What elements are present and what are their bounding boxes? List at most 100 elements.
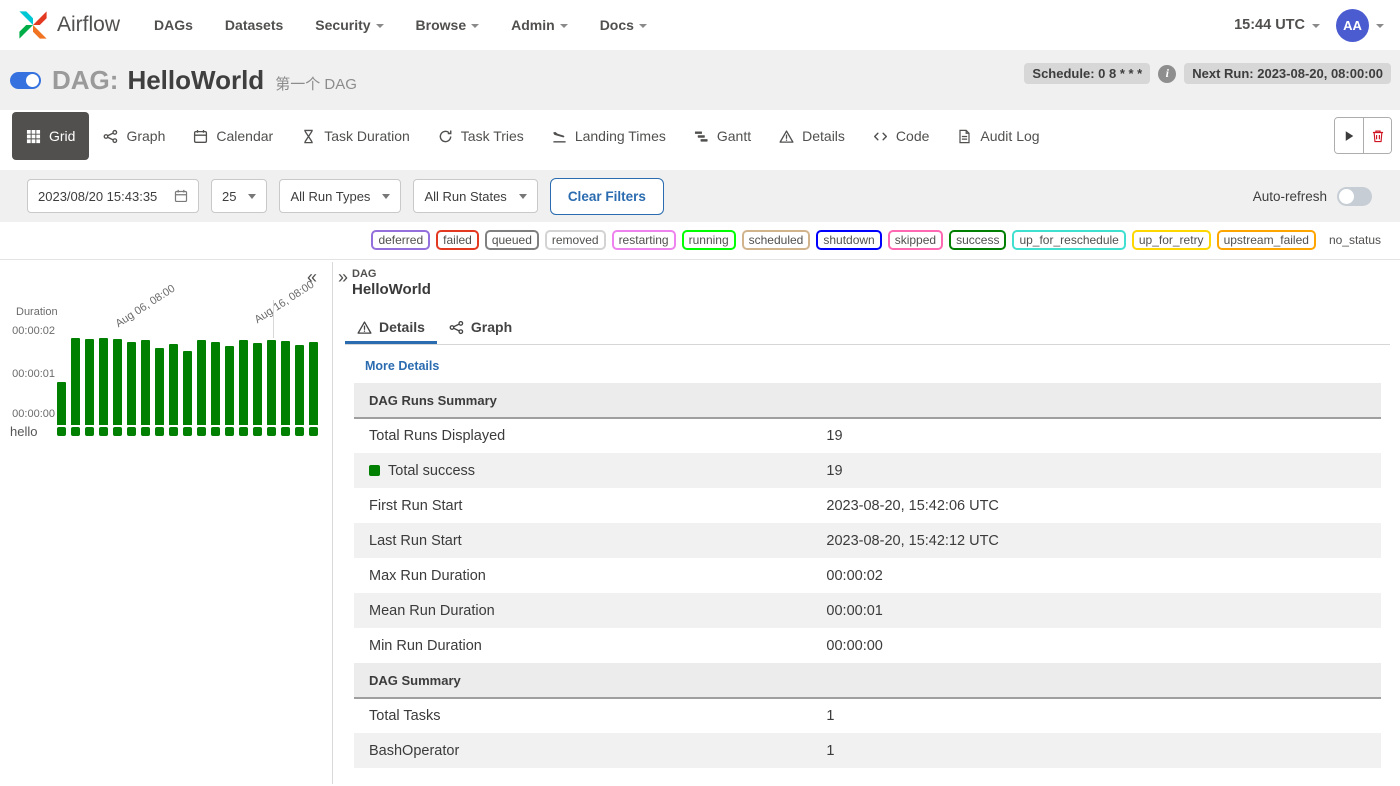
duration-bar[interactable]: [99, 338, 108, 425]
delete-dag-button[interactable]: [1363, 118, 1391, 153]
tab-landing-times[interactable]: Landing Times: [538, 112, 680, 160]
dag-header-strip: DAG: HelloWorld 第一个 DAG Schedule: 0 8 * …: [0, 50, 1400, 110]
run-types-select[interactable]: All Run Types: [279, 179, 401, 213]
status-badge-shutdown[interactable]: shutdown: [816, 230, 881, 250]
status-badge-removed[interactable]: removed: [545, 230, 606, 250]
status-badge-up_for_reschedule[interactable]: up_for_reschedule: [1012, 230, 1125, 250]
nav-item-security[interactable]: Security: [315, 17, 383, 33]
tab-audit-log[interactable]: Audit Log: [943, 112, 1053, 160]
avatar: AA: [1336, 9, 1369, 42]
task-instance-square[interactable]: [267, 427, 276, 436]
duration-bar[interactable]: [239, 340, 248, 425]
status-badge-restarting[interactable]: restarting: [612, 230, 676, 250]
nav-item-docs[interactable]: Docs: [600, 17, 647, 33]
duration-bar[interactable]: [253, 343, 262, 425]
base-date-input[interactable]: 2023/08/20 15:43:35: [27, 179, 199, 213]
panel-divider[interactable]: [332, 262, 333, 784]
status-badge-skipped[interactable]: skipped: [888, 230, 943, 250]
task-instance-square[interactable]: [239, 427, 248, 436]
tab-label: Calendar: [216, 128, 273, 144]
status-badge-failed[interactable]: failed: [436, 230, 479, 250]
duration-bar[interactable]: [169, 344, 178, 425]
duration-bar[interactable]: [85, 339, 94, 425]
status-badge-no_status[interactable]: no_status: [1322, 230, 1388, 250]
panel-tab-label: Graph: [471, 319, 512, 335]
dag-title: HelloWorld: [127, 65, 264, 96]
duration-bar[interactable]: [71, 338, 80, 425]
run-states-select[interactable]: All Run States: [413, 179, 537, 213]
duration-bar[interactable]: [267, 340, 276, 425]
duration-bar[interactable]: [309, 342, 318, 425]
task-instance-square[interactable]: [309, 427, 318, 436]
collapse-grid-icon[interactable]: «: [307, 268, 317, 286]
status-badge-upstream_failed[interactable]: upstream_failed: [1217, 230, 1316, 250]
duration-bar[interactable]: [225, 346, 234, 425]
duration-bar[interactable]: [141, 340, 150, 425]
num-runs-select[interactable]: 25: [211, 179, 267, 213]
task-instance-square[interactable]: [169, 427, 178, 436]
dag-pause-toggle[interactable]: [10, 72, 41, 89]
table-row: First Run Start2023-08-20, 15:42:06 UTC: [354, 488, 1381, 523]
status-badge-scheduled[interactable]: scheduled: [742, 230, 811, 250]
task-instance-square[interactable]: [155, 427, 164, 436]
task-instance-square[interactable]: [127, 427, 136, 436]
panel-kicker: DAG: [352, 268, 1390, 280]
panel-tab-details[interactable]: Details: [345, 312, 437, 344]
task-instance-square[interactable]: [183, 427, 192, 436]
airflow-logo[interactable]: Airflow: [16, 8, 120, 42]
duration-bar[interactable]: [57, 382, 66, 426]
duration-bar[interactable]: [197, 340, 206, 425]
duration-bar[interactable]: [127, 342, 136, 425]
tab-task-tries[interactable]: Task Tries: [424, 112, 538, 160]
nav-item-admin[interactable]: Admin: [511, 17, 568, 33]
duration-bar[interactable]: [155, 348, 164, 425]
task-instance-square[interactable]: [85, 427, 94, 436]
duration-bar[interactable]: [113, 339, 122, 425]
tab-calendar[interactable]: Calendar: [179, 112, 287, 160]
status-badge-deferred[interactable]: deferred: [371, 230, 430, 250]
info-icon[interactable]: i: [1158, 65, 1176, 83]
task-instance-square[interactable]: [57, 427, 66, 436]
status-badge-queued[interactable]: queued: [485, 230, 539, 250]
dag-header-badges: Schedule: 0 8 * * * i Next Run: 2023-08-…: [1024, 63, 1391, 84]
tab-code[interactable]: Code: [859, 112, 943, 160]
clock-dropdown[interactable]: 15:44 UTC: [1234, 17, 1320, 33]
tab-details[interactable]: Details: [765, 112, 859, 160]
duration-bar[interactable]: [281, 341, 290, 425]
tab-label: Code: [896, 128, 929, 144]
dag-action-buttons: [1334, 117, 1392, 154]
tab-grid[interactable]: Grid: [12, 112, 89, 160]
duration-bar[interactable]: [183, 351, 192, 425]
task-instance-square[interactable]: [99, 427, 108, 436]
auto-refresh-toggle[interactable]: [1337, 187, 1372, 206]
task-instance-square[interactable]: [211, 427, 220, 436]
task-instance-square[interactable]: [253, 427, 262, 436]
tab-task-duration[interactable]: Task Duration: [287, 112, 424, 160]
task-instance-square[interactable]: [295, 427, 304, 436]
tab-graph[interactable]: Graph: [89, 112, 179, 160]
status-legend: deferred failed queued removed restarting run…: [0, 222, 1400, 259]
nav-item-label: Security: [315, 17, 370, 33]
task-instance-square[interactable]: [141, 427, 150, 436]
more-details-link[interactable]: More Details: [365, 359, 439, 373]
nav-item-datasets[interactable]: Datasets: [225, 17, 283, 33]
user-menu[interactable]: AA: [1336, 9, 1384, 42]
audit-log-icon: [957, 129, 972, 144]
duration-bar[interactable]: [295, 345, 304, 425]
status-badge-success[interactable]: success: [949, 230, 1006, 250]
panel-tab-graph[interactable]: Graph: [437, 312, 524, 344]
task-instance-square[interactable]: [225, 427, 234, 436]
nav-item-dags[interactable]: DAGs: [154, 17, 193, 33]
task-instance-square[interactable]: [281, 427, 290, 436]
duration-bar[interactable]: [211, 342, 220, 425]
clear-filters-button[interactable]: Clear Filters: [550, 178, 664, 215]
status-badge-up_for_retry[interactable]: up_for_retry: [1132, 230, 1211, 250]
task-instance-square[interactable]: [197, 427, 206, 436]
tab-label: Landing Times: [575, 128, 666, 144]
task-instance-square[interactable]: [71, 427, 80, 436]
task-instance-square[interactable]: [113, 427, 122, 436]
nav-item-browse[interactable]: Browse: [416, 17, 480, 33]
tab-gantt[interactable]: Gantt: [680, 112, 765, 160]
status-badge-running[interactable]: running: [682, 230, 736, 250]
trigger-dag-button[interactable]: [1335, 118, 1363, 153]
